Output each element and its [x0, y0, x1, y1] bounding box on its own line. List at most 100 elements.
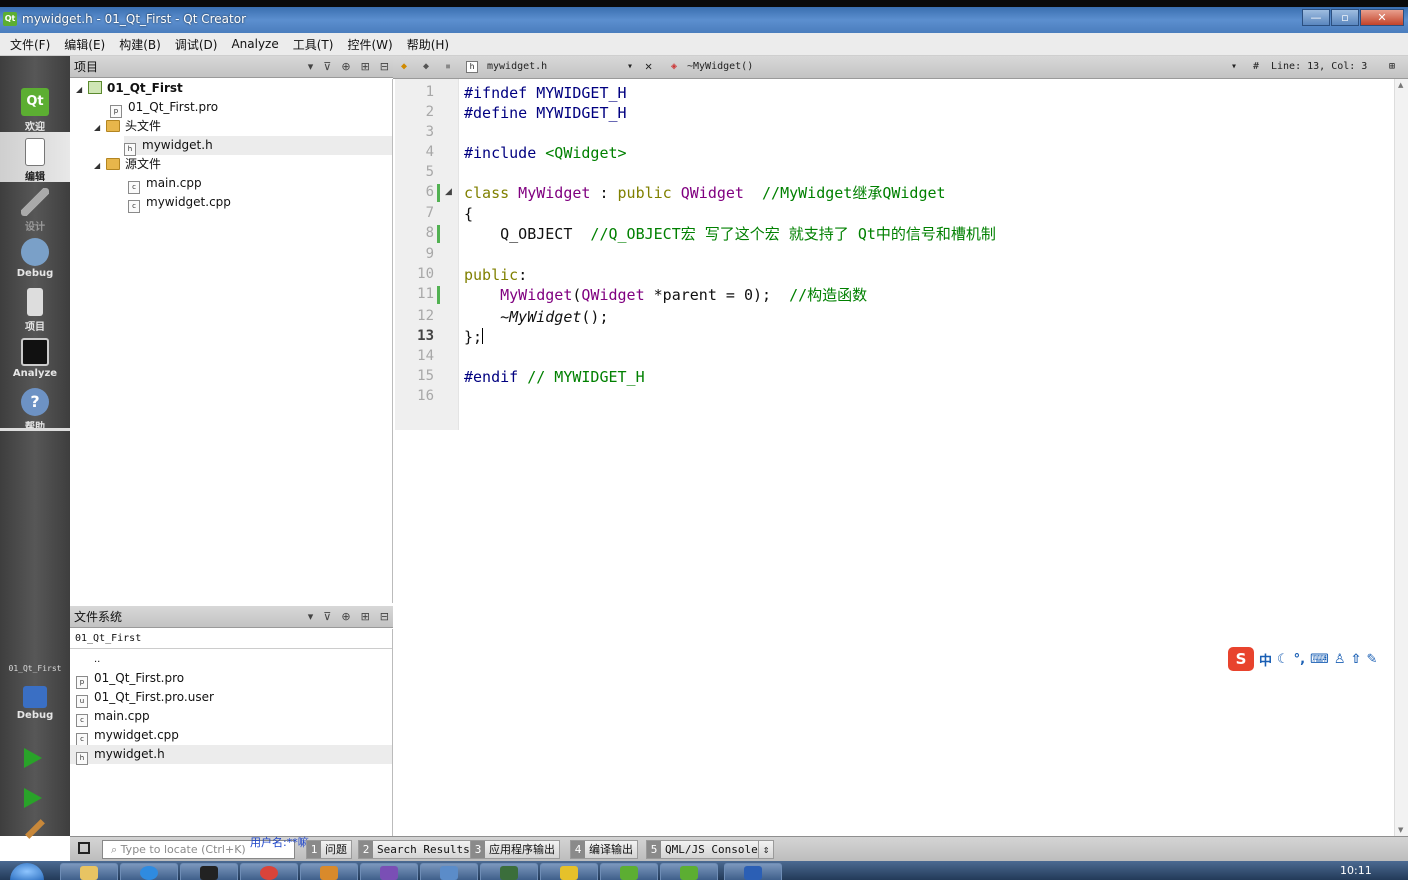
header-file-icon: h — [466, 61, 478, 73]
split-editor-icon[interactable]: ⊞ — [1389, 61, 1395, 72]
tree-item-headers[interactable]: ◢ 头文件 — [94, 117, 161, 136]
taskbar-app[interactable] — [180, 863, 238, 880]
punctuation-icon[interactable]: °, — [1294, 652, 1305, 667]
filesystem-panel-title: 文件系统 — [74, 610, 123, 624]
tree-item-mywidget-cpp[interactable]: c mywidget.cpp — [128, 193, 231, 213]
taskbar-qt-creator[interactable] — [600, 863, 658, 880]
kit-selector[interactable]: Debug — [0, 680, 70, 730]
fold-marker-icon[interactable]: ◢ — [445, 187, 452, 197]
function-token: MyWidget — [509, 308, 582, 326]
filter-icon[interactable]: ⊽ — [323, 56, 331, 78]
fs-item[interactable]: c main.cpp — [76, 707, 150, 727]
tree-item-pro[interactable]: p 01_Qt_First.pro — [110, 98, 218, 118]
minimize-button[interactable]: — — [1302, 9, 1330, 26]
user-icon[interactable]: ♙ — [1334, 652, 1346, 667]
taskbar-explorer[interactable] — [60, 863, 118, 880]
split-icon[interactable]: ⊞ — [361, 606, 370, 628]
back-arrow-icon[interactable]: ◆ — [401, 61, 407, 72]
project-panel-title: 项目 — [74, 60, 99, 74]
tree-item-sources[interactable]: ◢ 源文件 — [94, 155, 161, 174]
tab-number: 2 — [359, 841, 373, 858]
tab-label: Search Results — [377, 843, 470, 856]
fs-item[interactable]: h mywidget.h — [70, 745, 392, 765]
close-file-icon[interactable]: ✕ — [645, 59, 652, 73]
maximize-button[interactable]: ▫ — [1331, 9, 1359, 26]
toggle-sidebar-icon[interactable] — [78, 842, 90, 854]
expand-arrow-icon[interactable]: ◢ — [76, 80, 88, 99]
mode-design[interactable]: 设计 — [0, 182, 70, 233]
forward-arrow-icon[interactable]: ◆ — [423, 61, 429, 72]
symbol-combo[interactable]: ~MyWidget() — [687, 61, 753, 72]
menu-file[interactable]: 文件(F) — [4, 36, 58, 53]
tab-compile-output[interactable]: 4 编译输出 — [570, 840, 638, 859]
preprocessor-token: #endif — [464, 368, 519, 386]
taskbar-word[interactable] — [724, 863, 782, 880]
tree-item-mywidget-h[interactable]: h mywidget.h — [124, 136, 392, 156]
close-panel-icon[interactable]: ⊟ — [380, 606, 389, 628]
scroll-up-icon[interactable]: ▲ — [1398, 81, 1403, 89]
mode-label: Analyze — [12, 368, 58, 379]
mode-debug[interactable]: Debug — [0, 232, 70, 282]
debug-run-button[interactable] — [24, 788, 42, 808]
menu-widgets[interactable]: 控件(W) — [341, 36, 400, 53]
menu-build[interactable]: 构建(B) — [113, 36, 169, 53]
keyboard-icon[interactable]: ⌨ — [1310, 652, 1329, 667]
fs-item[interactable]: c mywidget.cpp — [76, 726, 179, 746]
tree-item-project[interactable]: ◢ 01_Qt_First — [76, 79, 183, 98]
mode-analyze[interactable]: Analyze — [0, 332, 70, 382]
taskbar-app[interactable] — [300, 863, 358, 880]
taskbar-app[interactable] — [120, 863, 178, 880]
dropdown-icon[interactable]: ▾ — [308, 606, 314, 628]
menu-analyze[interactable]: Analyze — [225, 37, 286, 51]
moon-icon[interactable]: ☾ — [1277, 652, 1289, 667]
fs-item-parent[interactable]: .. — [94, 650, 100, 669]
tab-search-results[interactable]: 2 Search Results — [358, 840, 475, 859]
menu-help[interactable]: 帮助(H) — [401, 36, 457, 53]
close-button[interactable]: ✕ — [1360, 9, 1404, 26]
taskbar-app[interactable] — [540, 863, 598, 880]
dropdown-icon[interactable]: ▾ — [308, 56, 314, 78]
tab-app-output[interactable]: 3 应用程序输出 — [470, 840, 560, 859]
taskbar-qt[interactable] — [660, 863, 718, 880]
ime-toolbar[interactable]: S 中 ☾ °, ⌨ ♙ ⇧ ✎ — [1228, 645, 1406, 673]
file-combo-arrow-icon[interactable]: ▾ — [627, 61, 633, 72]
tree-item-main-cpp[interactable]: c main.cpp — [128, 174, 202, 194]
wrench-icon[interactable]: ✎ — [1366, 652, 1377, 667]
symbol-combo-arrow-icon[interactable]: ▾ — [1231, 61, 1237, 72]
filter-icon[interactable]: ⊽ — [323, 606, 331, 628]
taskbar-chrome[interactable] — [240, 863, 298, 880]
open-file-combo[interactable]: mywidget.h — [487, 61, 547, 72]
taskbar-app[interactable] — [420, 863, 478, 880]
mode-edit[interactable]: 编辑 — [0, 132, 70, 183]
upload-icon[interactable]: ⇧ — [1351, 652, 1362, 667]
ime-mode[interactable]: 中 — [1259, 650, 1272, 669]
scroll-down-icon[interactable]: ▼ — [1398, 826, 1403, 834]
taskbar-visual-studio[interactable] — [360, 863, 418, 880]
more-tabs-icon[interactable]: ⇕ — [758, 840, 774, 859]
menu-edit[interactable]: 编辑(E) — [58, 36, 113, 53]
fs-item[interactable]: u 01_Qt_First.pro.user — [76, 688, 214, 708]
menu-debug[interactable]: 调试(D) — [169, 36, 226, 53]
menu-tools[interactable]: 工具(T) — [287, 36, 342, 53]
run-button[interactable] — [24, 748, 42, 768]
close-panel-icon[interactable]: ⊟ — [380, 56, 389, 78]
start-button[interactable] — [10, 863, 44, 880]
expand-arrow-icon[interactable]: ◢ — [94, 156, 106, 175]
mode-help[interactable]: ? 帮助 — [0, 382, 70, 433]
split-icon[interactable]: ⊞ — [361, 56, 370, 78]
tab-qml-console[interactable]: 5 QML/JS Console — [646, 840, 763, 859]
taskbar-app[interactable] — [480, 863, 538, 880]
expand-arrow-icon[interactable]: ◢ — [94, 118, 106, 137]
code-editor[interactable]: #ifndef MYWIDGET_H #define MYWIDGET_H #i… — [459, 79, 1394, 836]
punct-token: }; — [464, 328, 483, 346]
tab-issues[interactable]: 1 问题 — [306, 840, 352, 859]
mode-welcome[interactable]: Qt 欢迎 — [0, 82, 70, 133]
chrome-icon — [260, 866, 278, 880]
output-bar: ⌕ Type to locate (Ctrl+K) 用户名:**嘛 1 问题 2S… — [70, 836, 1408, 861]
mode-projects[interactable]: 项目 — [0, 282, 70, 333]
link-icon[interactable]: ⊕ — [341, 606, 350, 628]
vertical-scrollbar[interactable]: ▲ ▼ — [1394, 79, 1408, 836]
build-hammer-icon[interactable] — [25, 819, 45, 839]
fs-item[interactable]: p 01_Qt_First.pro — [76, 669, 184, 689]
link-icon[interactable]: ⊕ — [341, 56, 350, 78]
